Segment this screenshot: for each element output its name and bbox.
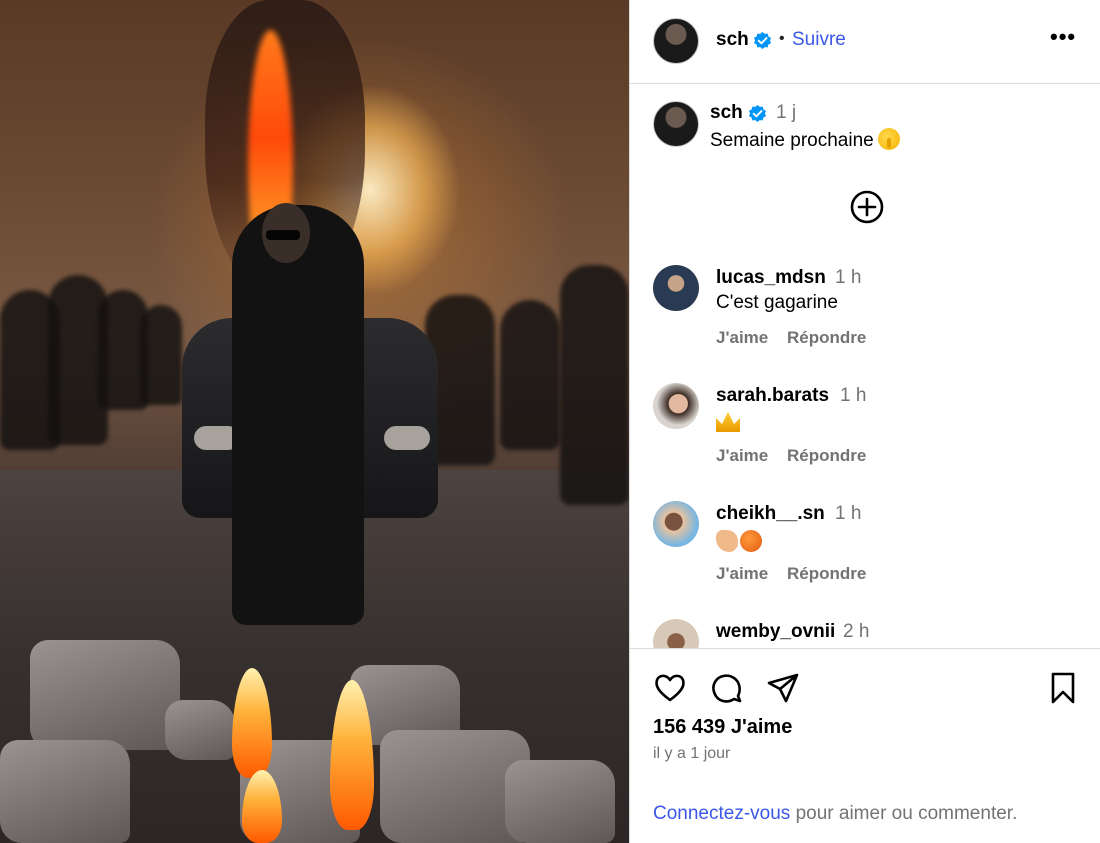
person-in-coat: [232, 205, 364, 625]
post-photo[interactable]: [0, 0, 629, 843]
commenter-username[interactable]: wemby_ovnii: [716, 621, 835, 643]
comment-reply-button[interactable]: Répondre: [787, 446, 866, 466]
follow-button[interactable]: Suivre: [792, 29, 846, 51]
share-icon[interactable]: [766, 671, 800, 705]
post-header: sch • Suivre •••: [630, 0, 1100, 84]
likes-count[interactable]: 156 439 J'aime: [653, 716, 792, 739]
commenter-avatar[interactable]: [653, 265, 699, 311]
comment-text: [716, 530, 762, 555]
comment-like-button[interactable]: J'aime: [716, 446, 768, 466]
login-link[interactable]: Connectez-vous: [653, 803, 790, 824]
rock: [30, 640, 180, 750]
comment-time: 1 h: [835, 267, 862, 288]
comment-time: 1 h: [835, 503, 862, 524]
commenter-avatar[interactable]: [653, 501, 699, 547]
separator-dot: •: [779, 30, 785, 47]
comment-like-button[interactable]: J'aime: [716, 328, 768, 348]
posted-time: il y a 1 jour: [653, 745, 731, 762]
comment-text: [716, 412, 740, 438]
rock: [505, 760, 615, 843]
commenter-avatar[interactable]: [653, 383, 699, 429]
runner-figure: [500, 300, 560, 450]
car-headlight: [384, 426, 430, 450]
rock: [165, 700, 235, 760]
commenter-username[interactable]: lucas_mdsn: [716, 267, 826, 289]
comments-list[interactable]: lucas_mdsn 1 h C'est gagarine J'aime Rép…: [630, 250, 1100, 648]
runner-figure: [560, 265, 629, 505]
comment-reply-button[interactable]: Répondre: [787, 564, 866, 584]
commenter-username[interactable]: cheikh__.sn: [716, 503, 825, 525]
sunglasses: [266, 230, 300, 240]
basketball-emoji-icon: [740, 530, 762, 552]
crown-emoji-icon: [716, 412, 740, 432]
author-username[interactable]: sch: [716, 29, 749, 51]
caption-text-row: Semaine prochaine: [710, 128, 900, 152]
caption-text: Semaine prochaine: [710, 130, 874, 151]
verified-badge-icon: [748, 104, 767, 123]
flexed-biceps-emoji-icon: [716, 530, 738, 552]
runner-figure: [140, 305, 182, 405]
commenter-username[interactable]: sarah.barats: [716, 385, 829, 407]
comment-time: 2 h: [843, 621, 870, 642]
heart-icon[interactable]: [653, 671, 687, 705]
login-prompt-text: pour aimer ou commenter.: [790, 803, 1018, 824]
caption-avatar[interactable]: [653, 101, 699, 147]
login-prompt: Connectez-vous pour aimer ou commenter.: [653, 803, 1017, 825]
caption-time: 1 j: [776, 102, 797, 123]
post-side-panel: sch • Suivre ••• sch 1 j Semaine prochai…: [629, 0, 1100, 843]
comment-reply-button[interactable]: Répondre: [787, 328, 866, 348]
author-avatar[interactable]: [653, 18, 699, 64]
comment-time: 1 h: [840, 385, 867, 406]
bookmark-icon[interactable]: [1046, 671, 1080, 705]
caption-username[interactable]: sch: [710, 102, 743, 124]
plus-circle-icon[interactable]: [850, 190, 884, 224]
more-options-icon[interactable]: •••: [1050, 24, 1076, 50]
commenter-avatar[interactable]: [653, 619, 699, 648]
comment-icon[interactable]: [710, 671, 744, 705]
comment-like-button[interactable]: J'aime: [716, 564, 768, 584]
comment-text: C'est gagarine: [716, 292, 838, 313]
shushing-face-emoji-icon: [877, 128, 900, 150]
rock: [0, 740, 130, 843]
verified-badge-icon: [753, 31, 772, 50]
